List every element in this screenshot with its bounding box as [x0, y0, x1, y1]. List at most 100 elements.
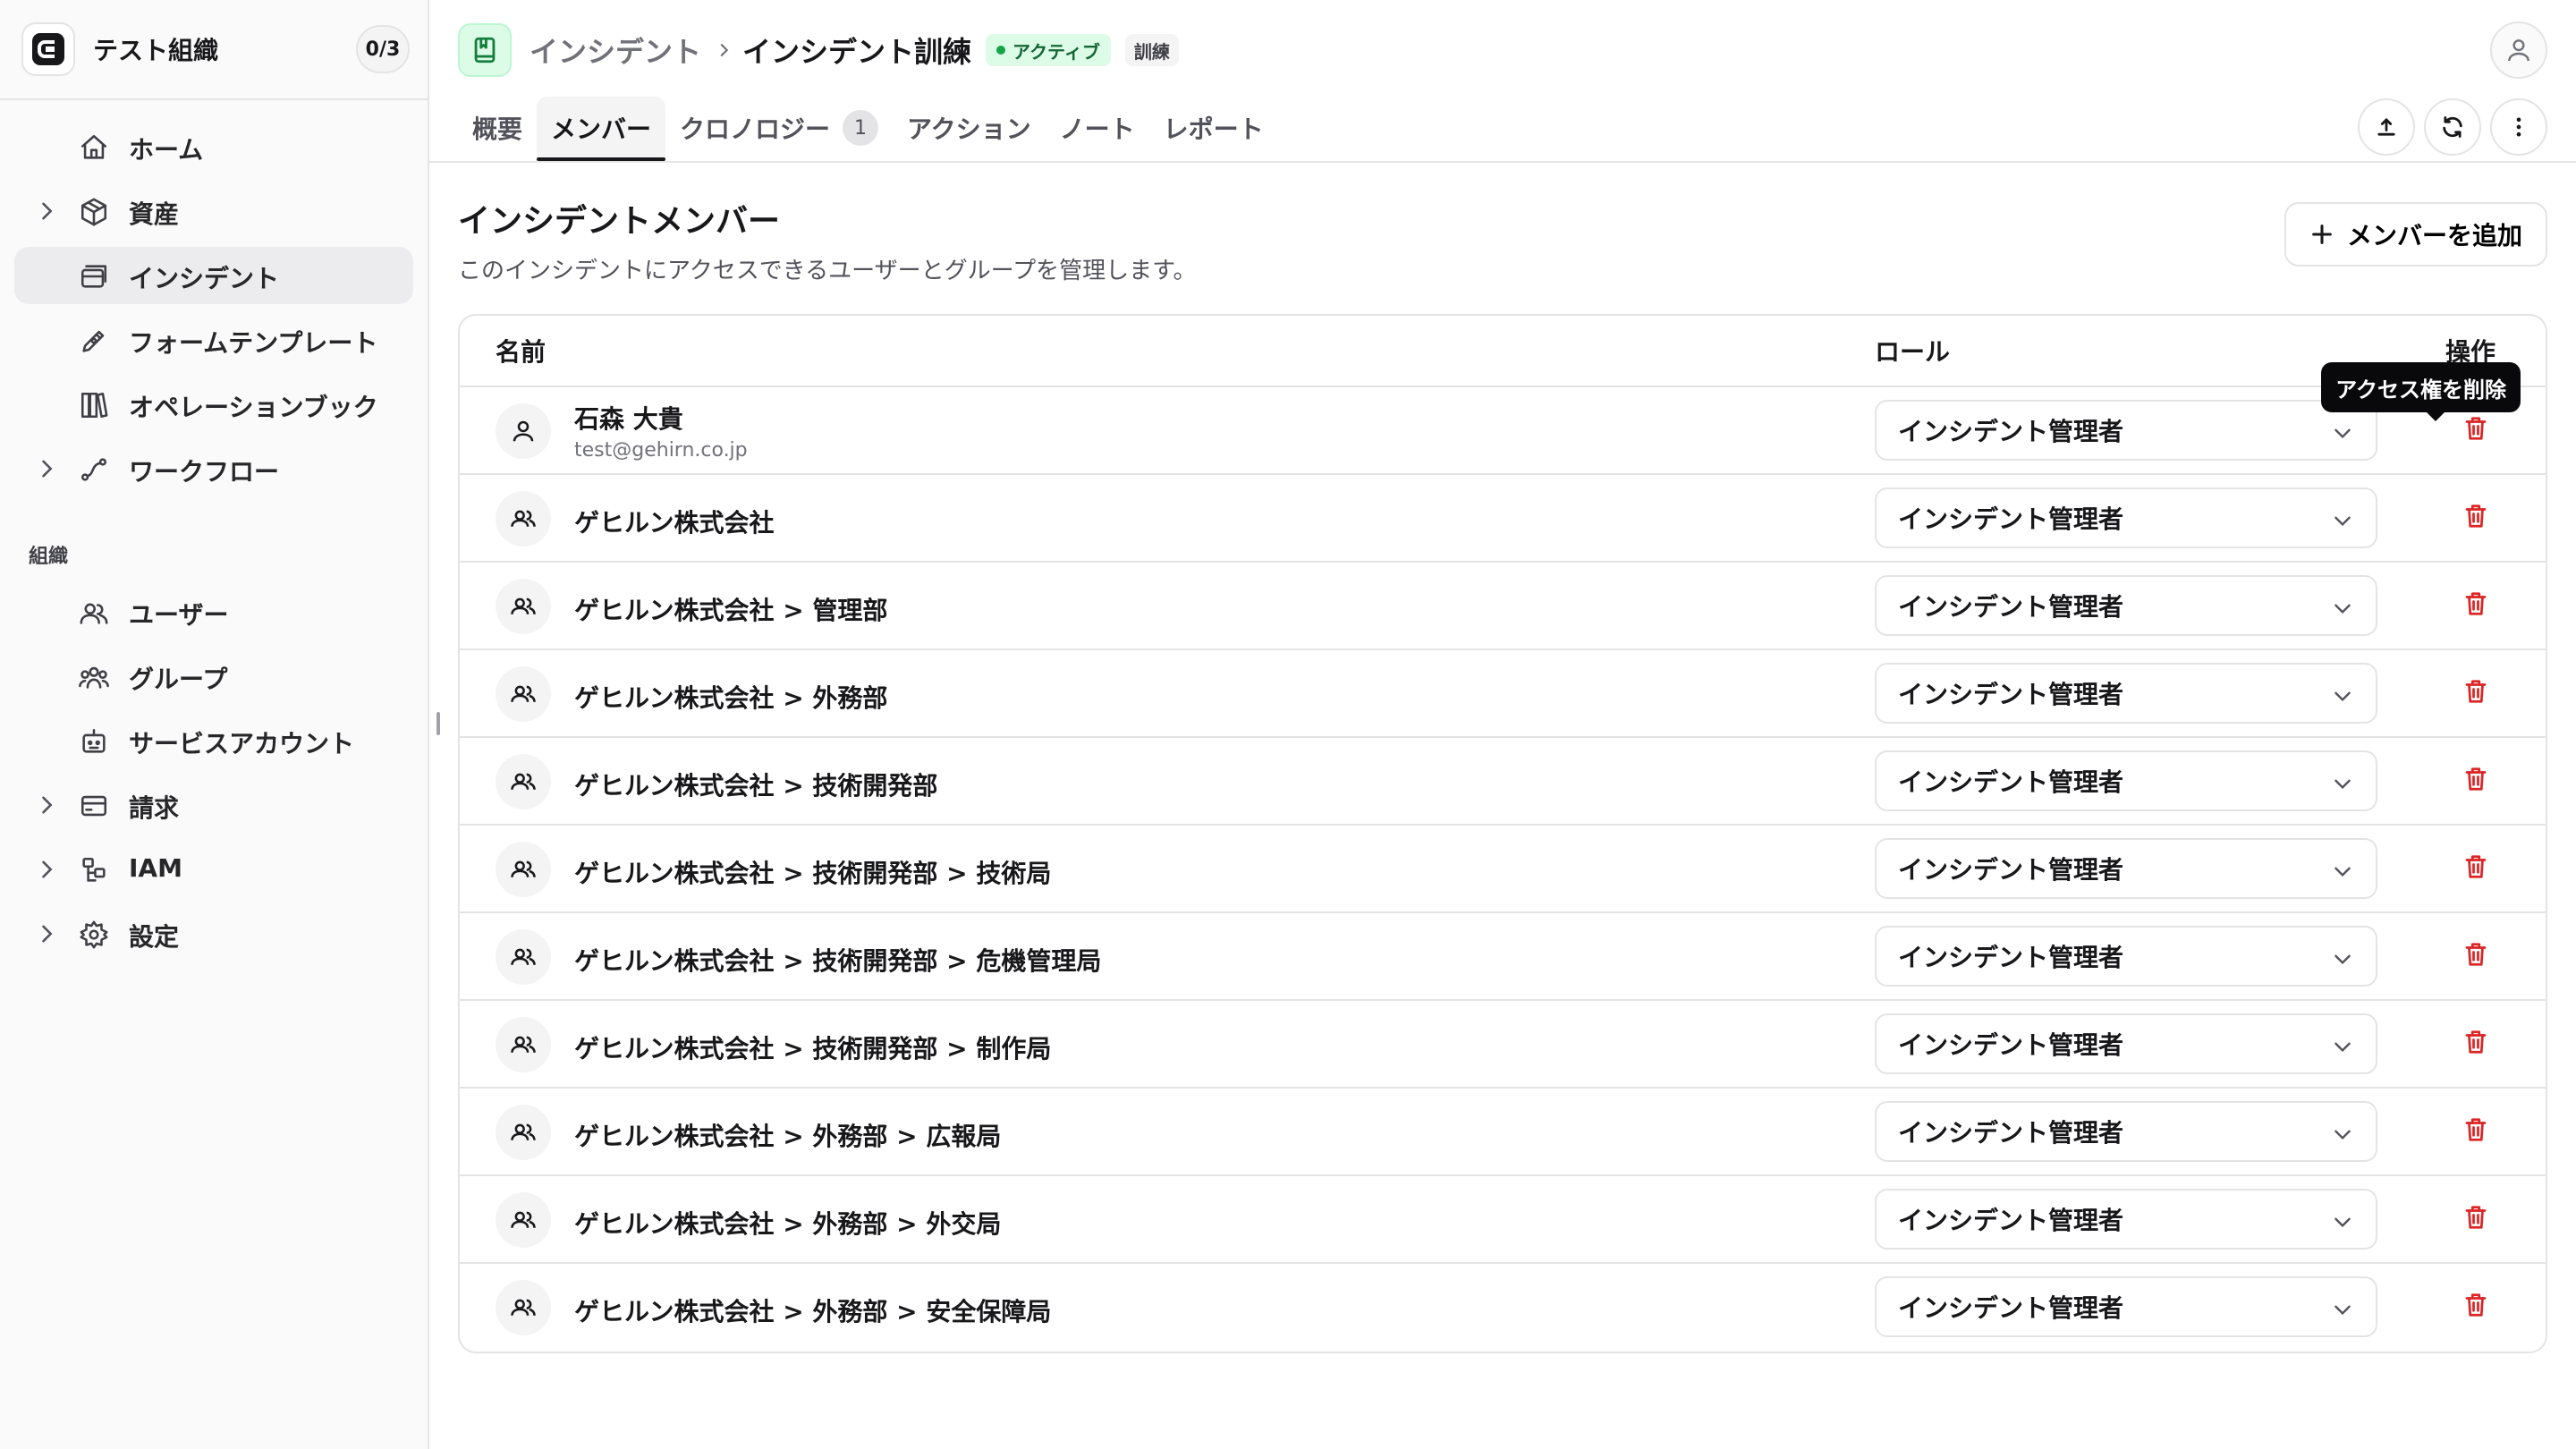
sidebar-item-sidebar-items-4[interactable]: オペレーションブック — [14, 376, 413, 433]
group-icon — [496, 842, 551, 897]
sidebar-item-sidebar-items-1[interactable]: 資産 — [14, 182, 413, 240]
role-select[interactable]: インシデント管理者 — [1875, 487, 2377, 548]
chevron-down-icon — [2331, 597, 2354, 626]
tab-2[interactable]: クロノロジー 1 — [665, 97, 893, 159]
sidebar-item-sidebar-org_items-3[interactable]: 請求 — [14, 776, 413, 834]
remove-access-button[interactable] — [2460, 502, 2492, 534]
table-row: 石森 大貴 test@gehirn.co.jp インシデント管理者 アクセス権を削除 — [460, 362, 2546, 475]
remove-access-button[interactable] — [2460, 589, 2492, 622]
role-select[interactable]: インシデント管理者 — [1875, 1013, 2377, 1074]
role-select-value: インシデント管理者 — [1898, 767, 2124, 797]
breadcrumb-parent[interactable]: インシデント — [530, 30, 701, 71]
incident-book-icon — [458, 23, 512, 77]
tab-5[interactable]: レポート — [1149, 97, 1278, 159]
trash-icon — [2462, 1204, 2489, 1234]
remove-access-button[interactable] — [2460, 1203, 2492, 1235]
group-icon — [496, 1280, 551, 1335]
status-badge: アクティブ — [986, 34, 1111, 66]
role-select[interactable]: インシデント管理者 — [1875, 1101, 2377, 1162]
sidebar-item-sidebar-org_items-1[interactable]: グループ — [14, 648, 413, 705]
remove-access-button[interactable] — [2460, 765, 2492, 797]
tabs: 概要 メンバー クロノロジー 1 アクション ノート レポート — [458, 97, 1278, 163]
sidebar-item-label: IAM — [129, 853, 182, 883]
chevron-right-icon[interactable] — [34, 921, 59, 953]
sidebar-item-label: ホーム — [129, 135, 204, 165]
member-email: test@gehirn.co.jp — [574, 439, 748, 462]
chevron-down-icon — [2331, 947, 2354, 977]
trash-icon — [2462, 503, 2489, 533]
member-name: ゲヒルン株式会社 — [574, 508, 775, 538]
tab-0[interactable]: 概要 — [458, 97, 537, 159]
sidebar: テスト組織 0/3 ホーム資産インシデント フォームテンプレート オペレーションブッ… — [0, 0, 440, 1449]
trash-icon — [2462, 1292, 2489, 1322]
user-menu-button[interactable] — [2490, 21, 2547, 79]
group-icon — [496, 1105, 551, 1160]
remove-access-button[interactable]: アクセス権を削除 — [2321, 362, 2521, 446]
chevron-down-icon — [2331, 1035, 2354, 1064]
tab-label: メンバー — [551, 114, 652, 144]
tab-1[interactable]: メンバー — [537, 97, 666, 161]
group-icon — [496, 579, 551, 634]
refresh-button[interactable] — [2424, 98, 2481, 156]
group-icon — [496, 1192, 551, 1248]
member-name: ゲヒルン株式会社 > 技術開発部 — [574, 771, 938, 801]
role-select[interactable]: インシデント管理者 — [1875, 838, 2377, 899]
sidebar-item-sidebar-org_items-2[interactable]: サービスアカウント — [14, 712, 413, 769]
escalate-button[interactable] — [2358, 98, 2415, 156]
role-select[interactable]: インシデント管理者 — [1875, 926, 2377, 987]
chevron-right-icon[interactable] — [34, 857, 59, 888]
remove-access-button[interactable] — [2460, 940, 2492, 972]
trash-icon — [2462, 415, 2489, 445]
remove-access-button[interactable] — [2460, 1291, 2492, 1323]
add-member-button[interactable]: メンバーを追加 — [2284, 202, 2547, 267]
tab-bar: 概要 メンバー クロノロジー 1 アクション ノート レポート — [429, 97, 2576, 163]
tab-4[interactable]: ノート — [1046, 97, 1149, 159]
group-icon — [79, 662, 109, 699]
more-options-button[interactable] — [2490, 98, 2547, 156]
chevron-down-icon — [2331, 1123, 2354, 1152]
sidebar-item-sidebar-items-0[interactable]: ホーム — [14, 118, 413, 175]
plus-icon — [2312, 225, 2332, 244]
table-row: ゲヒルン株式会社 > 技術開発部 インシデント管理者 — [460, 738, 2546, 826]
sidebar-item-sidebar-org_items-5[interactable]: 設定 — [14, 905, 413, 962]
member-name: ゲヒルン株式会社 > 技術開発部 > 危機管理局 — [574, 946, 1102, 976]
breadcrumb-current: インシデント訓練 — [742, 35, 972, 69]
tab-label: 概要 — [472, 114, 523, 144]
column-header-role: ロール — [1875, 337, 1951, 367]
table-row: ゲヒルン株式会社 > 技術開発部 > 制作局 インシデント管理者 — [460, 1001, 2546, 1089]
trash-icon — [2462, 853, 2489, 884]
chevron-down-icon — [2331, 684, 2354, 714]
tab-3[interactable]: アクション — [893, 97, 1046, 159]
role-select[interactable]: インシデント管理者 — [1875, 750, 2377, 811]
group-icon — [496, 491, 551, 547]
chevron-right-icon[interactable] — [34, 792, 59, 824]
remove-access-button[interactable] — [2460, 1115, 2492, 1148]
org-switcher[interactable]: テスト組織 0/3 — [0, 0, 428, 100]
breadcrumb-chevron-icon — [714, 40, 733, 60]
sidebar-item-sidebar-items-2[interactable]: インシデント — [14, 247, 413, 304]
sidebar-item-sidebar-org_items-4[interactable]: IAM — [14, 841, 413, 898]
refresh-icon — [2443, 116, 2462, 138]
group-icon — [496, 754, 551, 809]
bot-icon — [79, 726, 109, 763]
role-select-value: インシデント管理者 — [1898, 943, 2124, 972]
remove-access-button[interactable] — [2460, 677, 2492, 709]
chevron-right-icon[interactable] — [34, 199, 59, 230]
role-select-value: インシデント管理者 — [1898, 1118, 2124, 1148]
role-select[interactable]: インシデント管理者 — [1875, 575, 2377, 636]
sidebar-item-sidebar-items-5[interactable]: ワークフロー — [14, 440, 413, 497]
sidebar-item-sidebar-items-3[interactable]: フォームテンプレート — [14, 311, 413, 369]
role-select[interactable]: インシデント管理者 — [1875, 400, 2377, 461]
role-select[interactable]: インシデント管理者 — [1875, 663, 2377, 724]
iam-icon — [79, 855, 109, 892]
role-select[interactable]: インシデント管理者 — [1875, 1276, 2377, 1337]
incident-icon — [79, 261, 109, 298]
trash-icon — [2462, 941, 2489, 971]
sidebar-item-sidebar-org_items-0[interactable]: ユーザー — [14, 583, 413, 640]
gear-icon — [79, 919, 109, 956]
chevron-right-icon[interactable] — [34, 456, 59, 487]
remove-access-button[interactable] — [2460, 852, 2492, 885]
role-select[interactable]: インシデント管理者 — [1875, 1189, 2377, 1250]
remove-access-button[interactable] — [2460, 1028, 2492, 1060]
member-name: ゲヒルン株式会社 > 外務部 > 安全保障局 — [574, 1297, 1052, 1326]
